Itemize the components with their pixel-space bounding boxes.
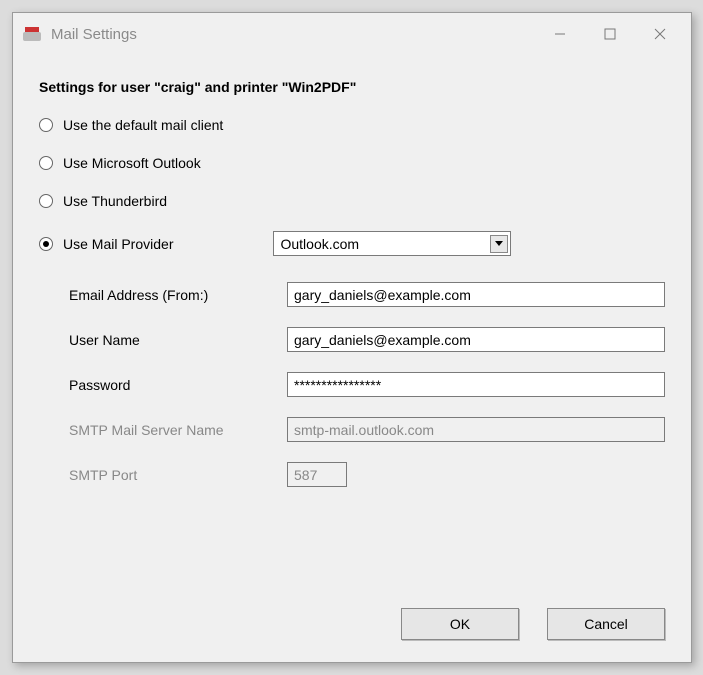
radio-icon xyxy=(39,118,53,132)
radio-label: Use Microsoft Outlook xyxy=(63,155,201,171)
close-icon xyxy=(654,28,666,40)
mail-provider-select[interactable]: Outlook.com xyxy=(273,231,511,256)
radio-mail-provider[interactable] xyxy=(39,237,53,251)
ok-button[interactable]: OK xyxy=(401,608,519,640)
smtp-server-input xyxy=(287,417,665,442)
smtp-server-label: SMTP Mail Server Name xyxy=(69,422,287,438)
printer-icon xyxy=(23,27,41,41)
cancel-button[interactable]: Cancel xyxy=(547,608,665,640)
user-name-label: User Name xyxy=(69,332,287,348)
radio-label: Use the default mail client xyxy=(63,117,223,133)
window-title: Mail Settings xyxy=(51,26,535,43)
radio-microsoft-outlook[interactable]: Use Microsoft Outlook xyxy=(39,155,665,171)
smtp-port-label: SMTP Port xyxy=(69,467,287,483)
maximize-icon xyxy=(604,28,616,40)
close-button[interactable] xyxy=(635,16,685,52)
titlebar: Mail Settings xyxy=(13,13,691,55)
settings-heading: Settings for user "craig" and printer "W… xyxy=(39,79,665,95)
maximize-button[interactable] xyxy=(585,16,635,52)
minimize-icon xyxy=(554,28,566,40)
radio-label: Use Thunderbird xyxy=(63,193,167,209)
content-area: Settings for user "craig" and printer "W… xyxy=(13,55,691,662)
dropdown-icon xyxy=(490,235,508,253)
smtp-port-input xyxy=(287,462,347,487)
email-address-input[interactable] xyxy=(287,282,665,307)
radio-thunderbird[interactable]: Use Thunderbird xyxy=(39,193,665,209)
radio-label: Use Mail Provider xyxy=(63,236,173,252)
user-name-input[interactable] xyxy=(287,327,665,352)
select-value: Outlook.com xyxy=(280,236,490,252)
email-address-label: Email Address (From:) xyxy=(69,287,287,303)
radio-icon xyxy=(39,194,53,208)
minimize-button[interactable] xyxy=(535,16,585,52)
radio-icon xyxy=(39,156,53,170)
radio-default-mail-client[interactable]: Use the default mail client xyxy=(39,117,665,133)
password-input[interactable] xyxy=(287,372,665,397)
mail-settings-window: Mail Settings Settings for user "craig" … xyxy=(12,12,692,663)
password-label: Password xyxy=(69,377,287,393)
